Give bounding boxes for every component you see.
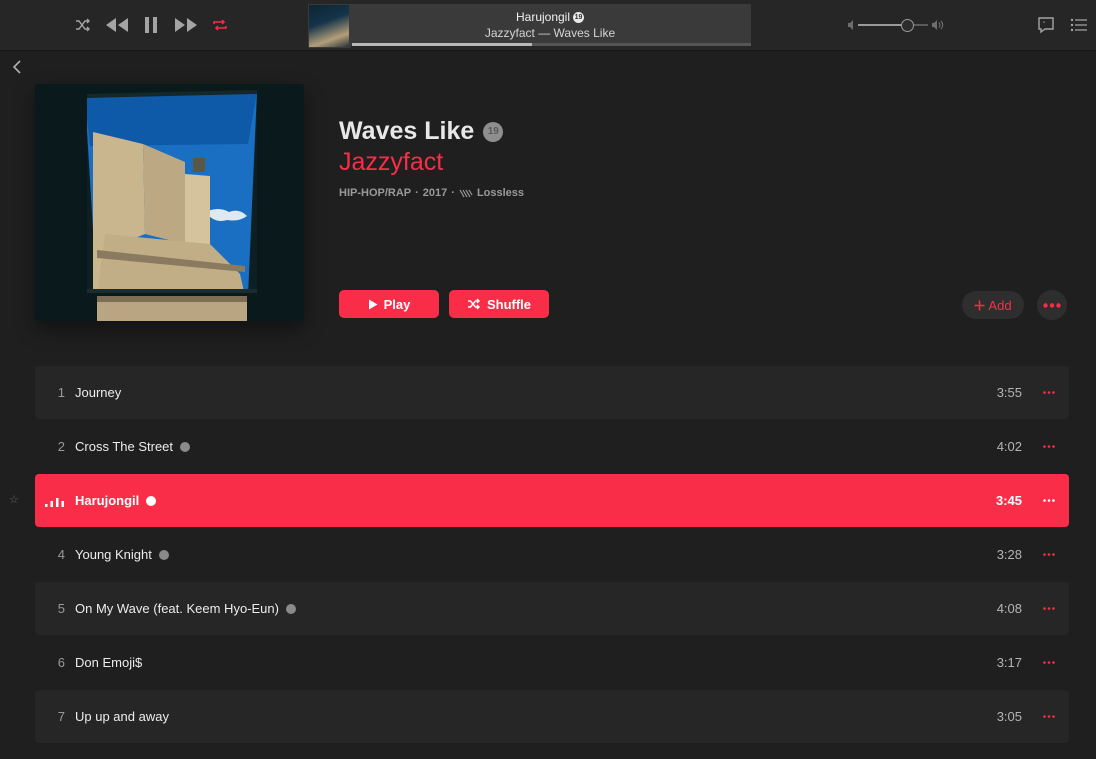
genre-label: HIP-HOP/RAP [339, 187, 412, 199]
plus-icon [974, 300, 985, 310]
lossless-icon [459, 189, 473, 197]
track-more-icon[interactable] [1041, 528, 1057, 581]
track-duration: 3:28 [996, 547, 1022, 562]
track-title: On My Wave (feat. Keem Hyo-Eun) [75, 601, 279, 616]
track-row[interactable]: 1 Journey 3:55 [35, 366, 1069, 419]
shuffle-icon [467, 298, 480, 310]
explicit-badge: 19 [573, 11, 585, 23]
volume-knob[interactable] [901, 19, 914, 32]
shuffle-button[interactable]: Shuffle [449, 290, 549, 318]
track-title: Don Emoji$ [75, 655, 143, 670]
album-more-button[interactable] [1037, 290, 1067, 320]
track-title: Cross The Street [75, 439, 174, 454]
track-row[interactable]: 6 Don Emoji$ 3:17 [35, 636, 1069, 689]
play-label: Play [383, 296, 411, 312]
track-number: 7 [57, 709, 65, 724]
explicit-dot-icon [146, 495, 157, 506]
track-row[interactable]: 2 Cross The Street 4:02 [35, 420, 1069, 473]
progress-fill [352, 43, 532, 46]
track-more-icon[interactable] [1041, 582, 1057, 635]
back-chevron-icon[interactable] [10, 58, 26, 76]
track-title: Young Knight [75, 547, 152, 562]
track-duration: 3:55 [996, 385, 1022, 400]
track-duration: 3:05 [996, 709, 1022, 724]
track-duration: 3:17 [996, 655, 1022, 670]
add-to-library-button[interactable]: Add [962, 291, 1024, 319]
playback-toolbar: Harujongil 19 Jazzyfact — Waves Like ” [0, 0, 1096, 51]
album-title: Waves Like [339, 117, 475, 145]
album-header: Waves Like 19 [339, 117, 504, 146]
volume-low-icon [848, 20, 853, 30]
rewind-icon[interactable] [104, 15, 130, 35]
album-artwork [35, 84, 304, 321]
track-row[interactable]: 5 On My Wave (feat. Keem Hyo-Eun) 4:08 [35, 582, 1069, 635]
play-button[interactable]: Play [339, 290, 439, 318]
track-more-icon[interactable] [1041, 474, 1057, 527]
track-duration: 4:08 [996, 601, 1022, 616]
svg-text:”: ” [1043, 21, 1046, 28]
track-number: 6 [57, 655, 65, 670]
year-label: 2017 [422, 187, 448, 199]
age-rating-badge: 19 [483, 121, 504, 142]
track-more-icon[interactable] [1041, 690, 1057, 743]
album-metadata: HIP-HOP/RAP · 2017 · Lossless [339, 187, 525, 199]
track-row-playing[interactable]: Harujongil 3:45 [35, 474, 1069, 527]
track-title: Up up and away [75, 709, 169, 724]
star-icon[interactable]: ☆ [9, 494, 21, 506]
track-more-icon[interactable] [1041, 636, 1057, 689]
progress-bar[interactable] [352, 43, 751, 46]
track-title: Journey [75, 385, 122, 400]
pause-icon[interactable] [142, 14, 160, 36]
queue-list-icon[interactable] [1069, 15, 1089, 35]
fast-forward-icon[interactable] [173, 15, 199, 35]
now-playing-artwork[interactable] [308, 4, 351, 48]
track-row[interactable]: 7 Up up and away 3:05 [35, 690, 1069, 743]
now-playing-display[interactable]: Harujongil 19 Jazzyfact — Waves Like [349, 4, 751, 46]
volume-slider[interactable] [858, 24, 928, 26]
now-playing-title: Harujongil [515, 10, 571, 24]
track-duration: 4:02 [996, 439, 1022, 454]
track-row[interactable]: 4 Young Knight 3:28 [35, 528, 1069, 581]
volume-control[interactable] [848, 16, 948, 34]
quality-label: Lossless [476, 187, 525, 199]
repeat-icon[interactable] [211, 16, 229, 34]
track-title: Harujongil [75, 493, 140, 508]
volume-high-icon [932, 20, 944, 30]
explicit-dot-icon [180, 441, 191, 452]
artist-link[interactable]: Jazzyfact [339, 148, 443, 177]
track-number: 2 [57, 439, 65, 454]
play-icon [368, 299, 378, 309]
more-icon [1043, 302, 1061, 308]
add-label: Add [988, 297, 1012, 313]
now-playing-subtitle: Jazzyfact — Waves Like [484, 26, 616, 40]
shuffle-label: Shuffle [486, 296, 532, 312]
track-number: 4 [57, 547, 65, 562]
track-more-icon[interactable] [1041, 420, 1057, 473]
explicit-dot-icon [158, 549, 169, 560]
track-more-icon[interactable] [1041, 366, 1057, 419]
lyrics-icon[interactable]: ” [1036, 15, 1056, 35]
now-playing-bars-icon [35, 474, 65, 527]
track-duration: 3:45 [995, 493, 1022, 508]
track-number: 5 [57, 601, 65, 616]
explicit-dot-icon [285, 603, 296, 614]
shuffle-icon[interactable] [74, 16, 92, 34]
track-number: 1 [57, 385, 65, 400]
volume-fill [858, 24, 907, 26]
